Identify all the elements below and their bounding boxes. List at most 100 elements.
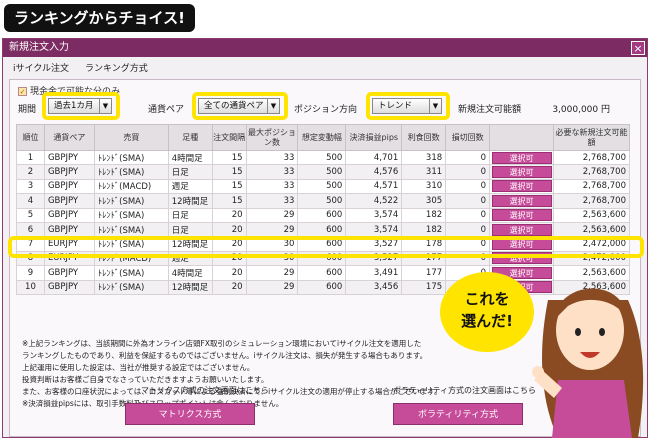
- bar-cell: 12時間足: [167, 193, 213, 209]
- range-cell: 500: [297, 149, 347, 166]
- cash-only-checkbox[interactable]: ✓: [18, 87, 27, 96]
- col-interval: 注文間隔: [211, 124, 247, 151]
- rank-cell: 5: [16, 207, 45, 223]
- pair-cell: GBPJPY: [43, 265, 95, 281]
- tab-icycle[interactable]: iサイクル注文: [13, 61, 69, 74]
- rank-cell: 9: [16, 265, 45, 281]
- max-position-cell: 33: [245, 164, 299, 180]
- col-profit-count: 利食回数: [401, 124, 447, 151]
- matrix-label: マトリクス方式の注文画面はこちら: [141, 386, 269, 395]
- col-loss-count: 損切回数: [445, 124, 491, 151]
- bar-cell: 日足: [167, 207, 213, 223]
- rank-cell: 10: [16, 279, 45, 295]
- range-cell: 600: [297, 265, 347, 281]
- pips-cell: 3,574: [345, 221, 403, 238]
- loss-count-cell: 0: [445, 149, 491, 166]
- interval-cell: 20: [211, 221, 247, 238]
- table-row: 2 GBPJPY ﾄﾚﾝﾄﾞ(SMA) 日足 15 33 500 4,576 311 0 選択可 2,…: [16, 164, 630, 180]
- bar-cell: 日足: [167, 221, 213, 238]
- max-position-cell: 33: [245, 149, 299, 166]
- interval-cell: 15: [211, 149, 247, 166]
- close-icon[interactable]: ×: [631, 41, 645, 55]
- pair-cell: GBPJPY: [43, 164, 95, 180]
- bar-cell: 12時間足: [167, 279, 213, 295]
- select-button[interactable]: 選択可: [491, 151, 552, 164]
- volatility-button[interactable]: ボラティリティ方式: [393, 403, 523, 425]
- range-cell: 600: [297, 221, 347, 238]
- table-row: 3 GBPJPY ﾄﾚﾝﾄﾞ(MACD) 週足 15 33 500 4,571 310 0 選択可 2…: [16, 178, 630, 195]
- required-cell: 2,563,600: [553, 221, 630, 238]
- interval-cell: 20: [211, 207, 247, 223]
- pair-cell: GBPJPY: [43, 193, 95, 209]
- selected-row-highlight: [8, 236, 644, 258]
- matrix-button[interactable]: マトリクス方式: [125, 403, 255, 425]
- pair-cell: GBPJPY: [43, 149, 95, 166]
- side-cell: ﾄﾚﾝﾄﾞ(SMA): [93, 279, 169, 295]
- rank-cell: 6: [16, 221, 45, 238]
- pair-cell: GBPJPY: [43, 279, 95, 295]
- table-row: 6 GBPJPY ﾄﾚﾝﾄﾞ(SMA) 日足 20 29 600 3,574 182 0 選択可 2,…: [16, 221, 630, 238]
- pair-cell: GBPJPY: [43, 221, 95, 238]
- select-button[interactable]: 選択可: [491, 180, 552, 193]
- required-cell: 2,768,700: [553, 149, 630, 166]
- col-required: 必要な新規注文可能額: [553, 124, 630, 151]
- callout-bubble: これを 選んだ!: [440, 272, 534, 352]
- select-button[interactable]: 選択可: [491, 223, 552, 236]
- select-cell: 選択可: [489, 221, 554, 238]
- max-position-cell: 29: [245, 207, 299, 223]
- required-cell: 2,768,700: [553, 178, 630, 195]
- table-header: 順位 通貨ペア 売買 足種 注文間隔 最大ポジション数 想定変動幅 決済損益pi…: [16, 124, 630, 151]
- pips-cell: 4,522: [345, 193, 403, 209]
- loss-count-cell: 0: [445, 164, 491, 180]
- col-side: 売買: [93, 124, 169, 151]
- period-label: 期間: [18, 105, 37, 115]
- side-cell: ﾄﾚﾝﾄﾞ(SMA): [93, 149, 169, 166]
- select-cell: 選択可: [489, 207, 554, 223]
- profit-count-cell: 182: [401, 221, 447, 238]
- profit-count-cell: 182: [401, 207, 447, 223]
- callout-line2: 選んだ!: [461, 312, 513, 330]
- col-select: [489, 124, 554, 151]
- tab-ranking[interactable]: ランキング方式: [85, 61, 148, 74]
- table-row: 4 GBPJPY ﾄﾚﾝﾄﾞ(SMA) 12時間足 15 33 500 4,522 305 0 選択…: [16, 193, 630, 209]
- tab-bar: iサイクル注文 ランキング方式: [3, 57, 647, 77]
- side-cell: ﾄﾚﾝﾄﾞ(SMA): [93, 193, 169, 209]
- side-cell: ﾄﾚﾝﾄﾞ(SMA): [93, 207, 169, 223]
- col-pips: 決済損益pips: [345, 124, 403, 151]
- pips-cell: 4,576: [345, 164, 403, 180]
- max-position-cell: 33: [245, 178, 299, 195]
- pips-cell: 4,571: [345, 178, 403, 195]
- select-cell: 選択可: [489, 164, 554, 180]
- direction-label: ポジション方向: [294, 105, 358, 115]
- loss-count-cell: 0: [445, 178, 491, 195]
- max-position-cell: 29: [245, 265, 299, 281]
- note-line: ※上記ランキングは、当該期間に外為オンライン店頭FX取引のシミュレーション環境に…: [22, 339, 422, 348]
- select-cell: 選択可: [489, 193, 554, 209]
- banner: ランキングからチョイス!: [0, 0, 650, 36]
- period-highlight: [42, 92, 120, 120]
- window-titlebar: 新規注文入力 ×: [3, 39, 647, 57]
- table-row: 1 GBPJPY ﾄﾚﾝﾄﾞ(SMA) 4時間足 15 33 500 4,701 318 0 選択可…: [16, 149, 630, 166]
- select-cell: 選択可: [489, 149, 554, 166]
- banner-title: ランキングからチョイス!: [4, 4, 195, 32]
- table-row: 5 GBPJPY ﾄﾚﾝﾄﾞ(SMA) 日足 20 29 600 3,574 182 0 選択可 2,…: [16, 207, 630, 223]
- callout-line1: これを: [464, 290, 510, 308]
- loss-count-cell: 0: [445, 207, 491, 223]
- window-title: 新規注文入力: [9, 42, 69, 53]
- range-cell: 500: [297, 193, 347, 209]
- amount-label: 新規注文可能額: [458, 105, 522, 115]
- col-max-position: 最大ポジション数: [245, 124, 299, 151]
- max-position-cell: 29: [245, 221, 299, 238]
- rank-cell: 1: [16, 149, 45, 166]
- required-cell: 2,768,700: [553, 164, 630, 180]
- interval-cell: 20: [211, 265, 247, 281]
- character-illustration: [532, 288, 644, 438]
- note-line: 投資判断はお客様ご自身でなさっていただきますようお願いいたします。: [22, 375, 269, 384]
- range-cell: 600: [297, 207, 347, 223]
- select-button[interactable]: 選択可: [491, 194, 552, 207]
- rank-cell: 2: [16, 164, 45, 180]
- range-cell: 600: [297, 279, 347, 295]
- select-button[interactable]: 選択可: [491, 209, 552, 222]
- select-button[interactable]: 選択可: [491, 166, 552, 179]
- col-rank: 順位: [16, 124, 45, 151]
